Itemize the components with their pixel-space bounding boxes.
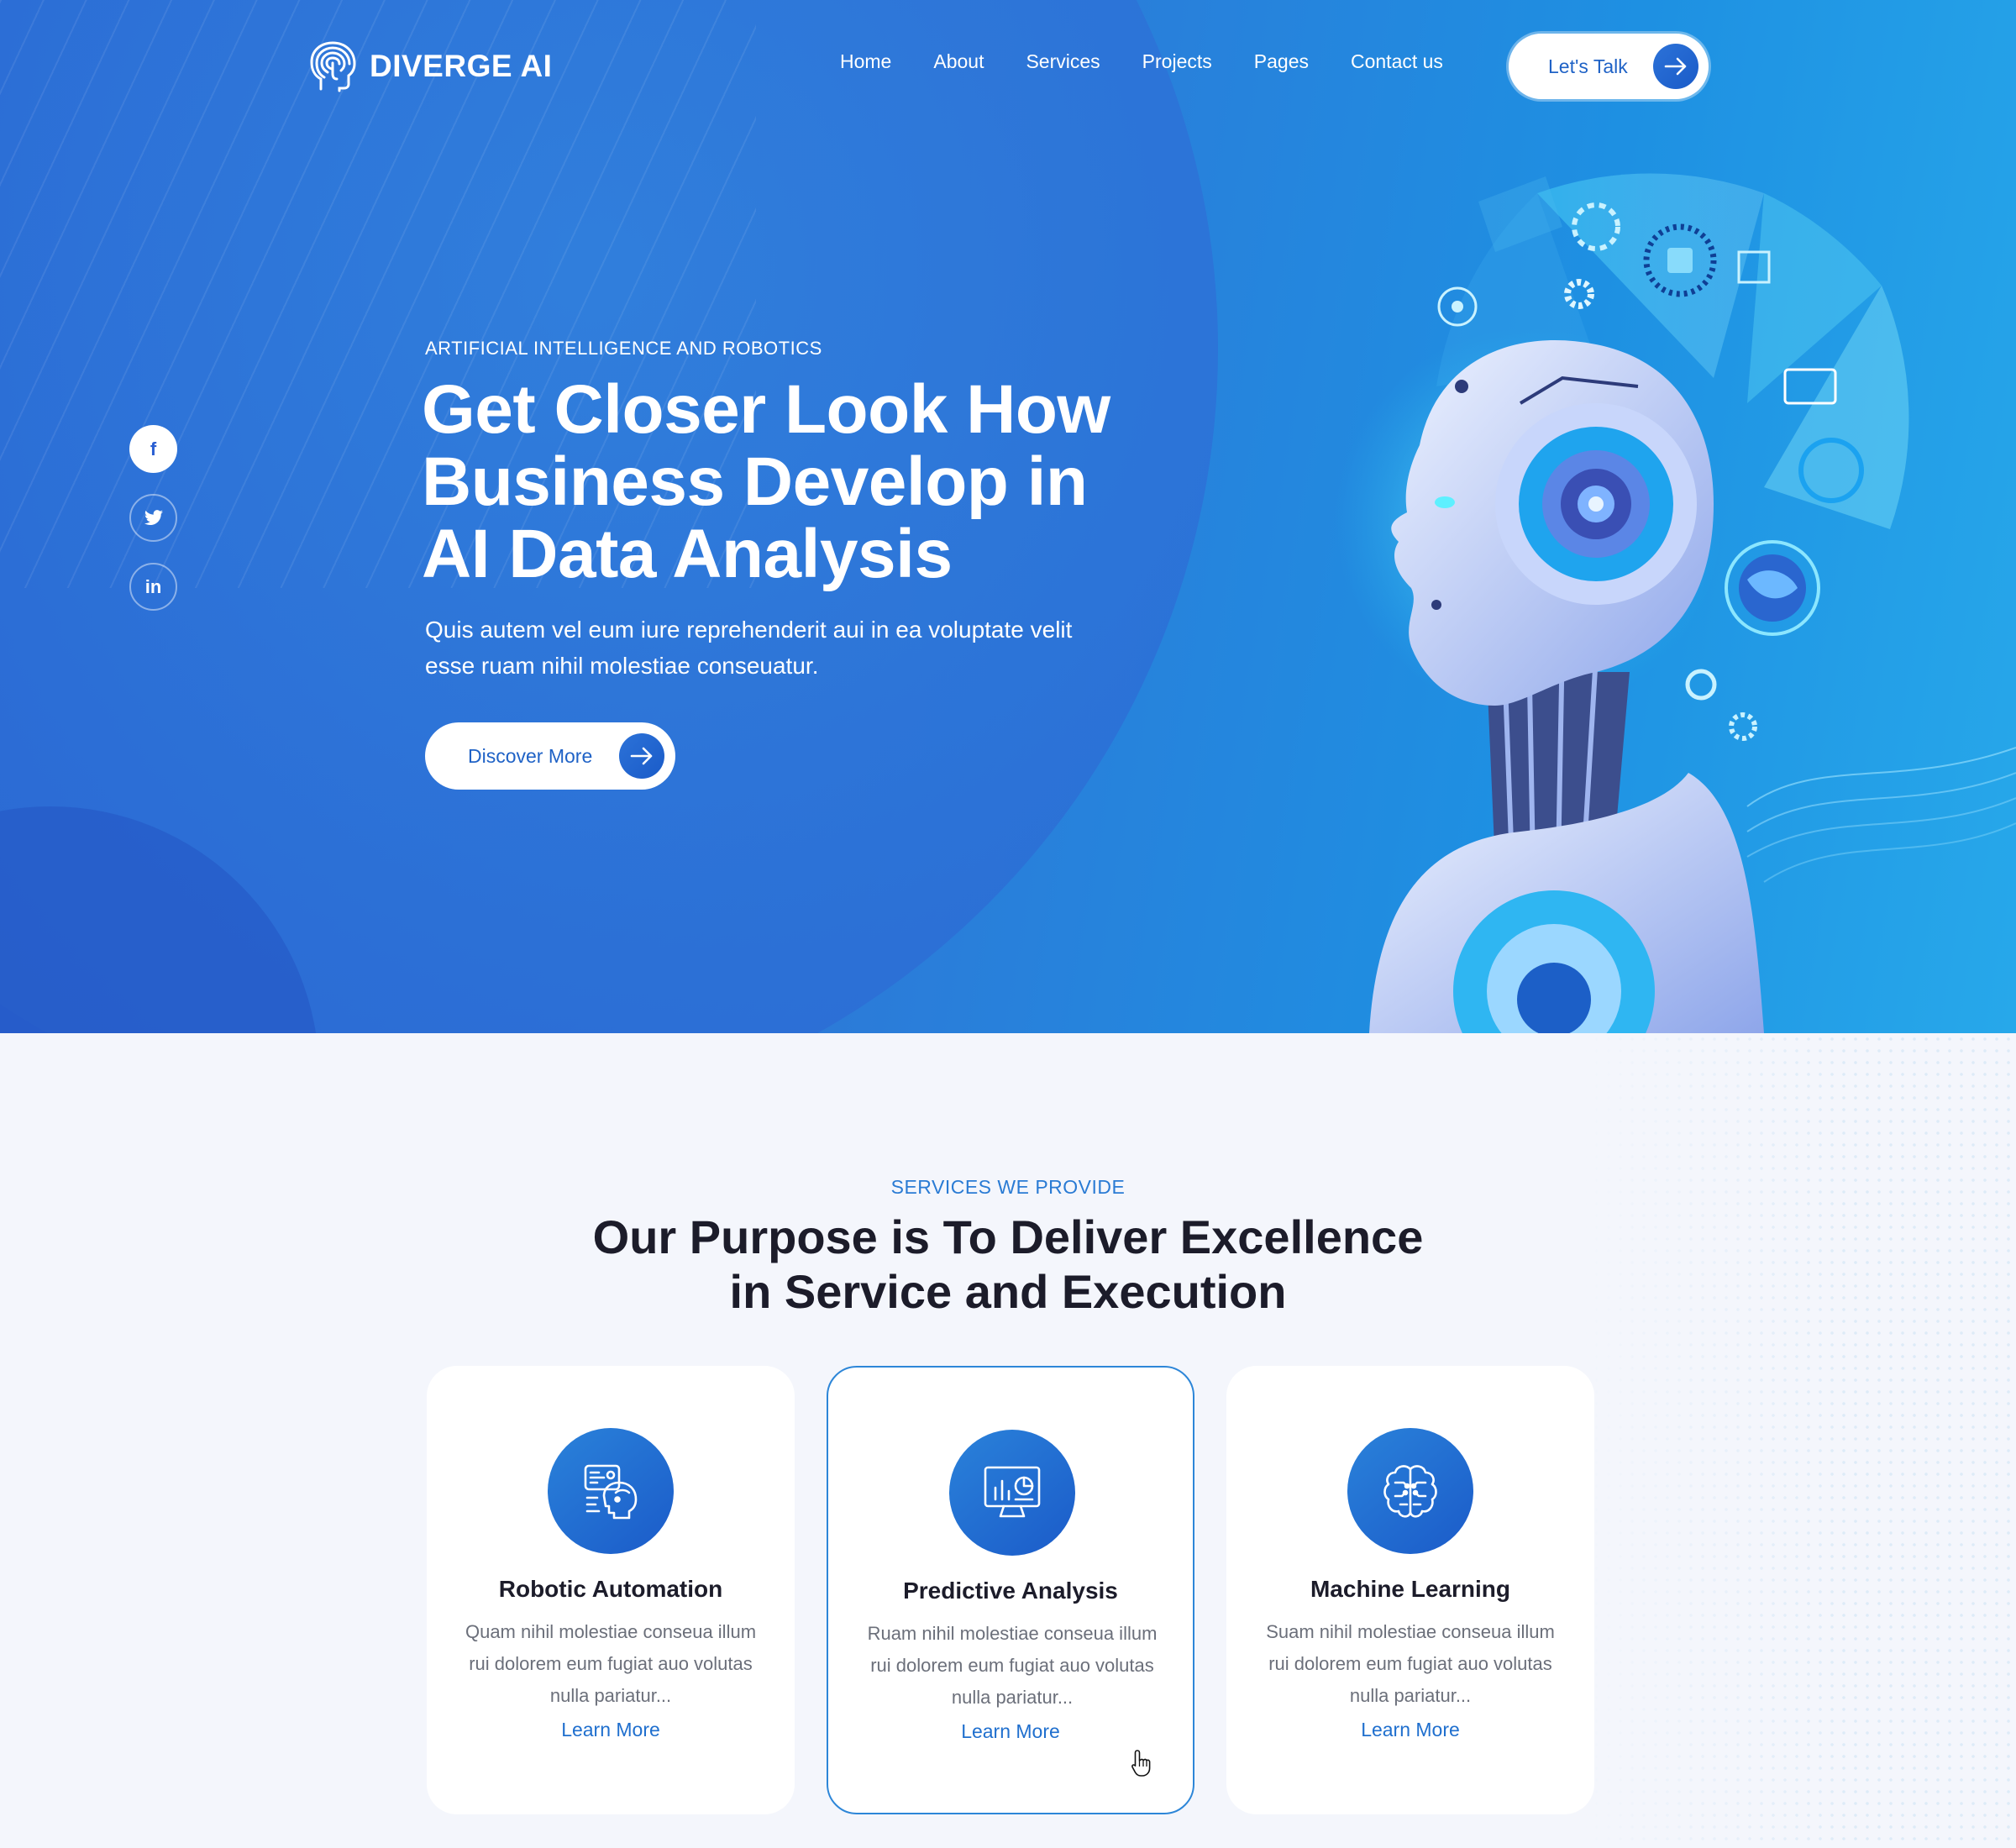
robot-head-chip-icon xyxy=(548,1428,674,1554)
hero-title-line-1: Get Closer Look How xyxy=(422,371,1110,448)
service-card-text: Suam nihil molestiae conseua illum rui d… xyxy=(1266,1621,1555,1706)
lets-talk-label: Let's Talk xyxy=(1548,55,1628,77)
ai-robot-illustration xyxy=(1336,173,2016,1033)
service-card-title: Robotic Automation xyxy=(498,1576,723,1602)
hero-title-line-3: AI Data Analysis xyxy=(422,516,953,592)
hero-title-line-2: Business Develop in xyxy=(422,444,1088,520)
hand-cursor-icon xyxy=(1131,1750,1151,1777)
twitter-icon[interactable] xyxy=(129,494,177,542)
service-card-title: Predictive Analysis xyxy=(903,1578,1118,1604)
learn-more-link[interactable]: Learn More xyxy=(427,1719,795,1741)
hero-title: Get Closer Look How Business Develop in … xyxy=(422,374,1178,591)
linkedin-icon[interactable]: in xyxy=(129,563,177,611)
head-fingerprint-icon xyxy=(310,41,356,92)
services-title-line-1: Our Purpose is To Deliver Excellence xyxy=(592,1210,1424,1263)
hero-section: DIVERGE AI Home About Services Projects … xyxy=(0,0,2016,1033)
service-card-title: Machine Learning xyxy=(1310,1576,1511,1602)
lets-talk-button[interactable]: Let's Talk xyxy=(1509,34,1709,99)
discover-more-label: Discover More xyxy=(468,744,593,767)
service-card-machine-learning[interactable]: Machine Learning Suam nihil molestiae co… xyxy=(1226,1366,1594,1814)
nav-item-projects[interactable]: Projects xyxy=(1142,50,1212,73)
services-title: Our Purpose is To Deliver Excellence in … xyxy=(504,1210,1512,1319)
brand-name: DIVERGE AI xyxy=(370,49,553,83)
service-card-robotic-automation[interactable]: Robotic Automation Quam nihil molestiae … xyxy=(427,1366,795,1814)
services-section: SERVICES WE PROVIDE Our Purpose is To De… xyxy=(0,1033,2016,1848)
facebook-icon[interactable]: f xyxy=(129,425,177,473)
service-card-predictive-analysis[interactable]: Predictive Analysis Ruam nihil molestiae… xyxy=(827,1366,1194,1814)
learn-more-link[interactable]: Learn More xyxy=(828,1720,1193,1743)
brain-circuit-icon xyxy=(1347,1428,1473,1554)
arrow-right-icon xyxy=(619,733,664,779)
hero-description: Quis autem vel eum iure reprehenderit au… xyxy=(425,617,1073,679)
nav-item-contact[interactable]: Contact us xyxy=(1351,50,1443,73)
monitor-chart-icon xyxy=(949,1430,1075,1556)
service-card-text: Quam nihil molestiae conseua illum rui d… xyxy=(465,1621,757,1706)
dotted-wave-pattern xyxy=(1579,1033,2016,1848)
services-title-line-2: in Service and Execution xyxy=(729,1265,1287,1318)
nav-item-services[interactable]: Services xyxy=(1026,50,1100,73)
nav-item-pages[interactable]: Pages xyxy=(1254,50,1309,73)
nav-item-about[interactable]: About xyxy=(933,50,984,73)
nav-item-home[interactable]: Home xyxy=(840,50,891,73)
discover-more-button[interactable]: Discover More xyxy=(425,722,675,790)
logo[interactable]: DIVERGE AI xyxy=(309,40,552,92)
service-card-text: Ruam nihil molestiae conseua illum rui d… xyxy=(867,1623,1158,1708)
main-nav: Home About Services Projects Pages Conta… xyxy=(840,50,1443,73)
hero-eyebrow: ARTIFICIAL INTELLIGENCE AND ROBOTICS xyxy=(425,338,822,359)
learn-more-link[interactable]: Learn More xyxy=(1226,1719,1594,1741)
arrow-right-icon xyxy=(1653,44,1698,89)
services-eyebrow: SERVICES WE PROVIDE xyxy=(890,1176,1126,1198)
